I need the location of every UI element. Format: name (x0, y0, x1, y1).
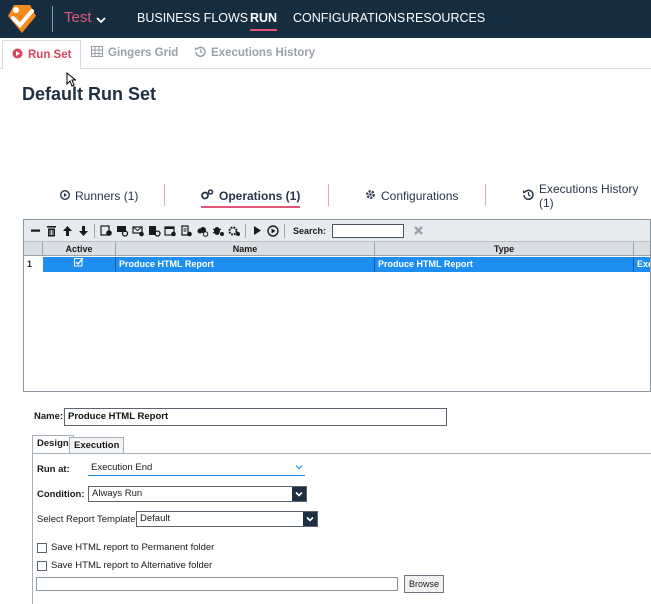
solution-name[interactable]: Test (64, 9, 92, 26)
grid-header: Active Name Type (24, 242, 650, 256)
alternative-folder-checkbox[interactable] (37, 561, 47, 571)
run-at-label: Run at: (37, 464, 70, 475)
play-icon[interactable] (250, 224, 264, 238)
report-template-value: Default (140, 513, 171, 524)
history-icon (523, 189, 534, 203)
operations-grid: Search: Active Name Type 1 Produce HTML … (23, 219, 651, 392)
edit-checkbox-icon[interactable] (74, 257, 84, 272)
tab-run-set[interactable]: Run Set (2, 40, 82, 69)
tab-configurations-label: Configurations (381, 189, 459, 203)
condition-label: Condition: (37, 489, 85, 500)
nav-run-label: RUN (250, 11, 278, 25)
report-template-select[interactable]: Default (136, 511, 318, 527)
gears-icon (201, 189, 214, 203)
tab-executions-history-section[interactable]: Executions History (1) (523, 182, 651, 210)
grid-icon (91, 46, 103, 60)
sub-tab-bar: Run Set Gingers Grid Executions History (0, 38, 651, 69)
cloud-icon[interactable] (195, 224, 209, 238)
divider (328, 184, 329, 206)
play-circle-icon (59, 189, 71, 203)
active-underline (250, 29, 278, 31)
tab-configurations[interactable]: Configurations (365, 186, 458, 206)
divider (485, 184, 486, 206)
tab-executions-history[interactable]: Executions History (195, 38, 315, 68)
nav-run[interactable]: RUN (250, 0, 278, 38)
chevron-down-icon[interactable] (292, 487, 306, 501)
tab-executions-history-label: Executions History (211, 47, 316, 59)
mail-icon[interactable] (131, 224, 145, 238)
type-cell[interactable]: Produce HTML Report (375, 257, 634, 272)
operation-icon[interactable] (99, 224, 113, 238)
top-bar: Test BUSINESS FLOWS RUN CONFIGURATIONS R… (0, 0, 651, 38)
page-title: Default Run Set (22, 84, 157, 104)
divider (94, 223, 95, 238)
nav-resources[interactable]: RESOURCES (406, 0, 485, 38)
nav-business-flows[interactable]: BUSINESS FLOWS (137, 0, 248, 38)
alternative-folder-path-input[interactable] (36, 577, 398, 591)
active-underline (201, 206, 301, 208)
script-icon[interactable] (179, 224, 193, 238)
history-icon (195, 46, 206, 60)
remove-icon[interactable] (28, 224, 42, 238)
tab-design[interactable]: Design (32, 435, 74, 454)
name-label: Name: (34, 411, 64, 422)
tab-execution[interactable]: Execution (69, 437, 125, 453)
column-header-name[interactable]: Name (116, 242, 375, 256)
divider (52, 6, 53, 32)
nav-configurations[interactable]: CONFIGURATIONS (293, 0, 405, 38)
extra-cell[interactable]: Exec (634, 257, 650, 272)
play-circle-icon (12, 48, 23, 62)
search-label: Search: (293, 225, 327, 236)
gear-icon (365, 189, 376, 203)
chevron-down-icon[interactable] (303, 512, 317, 526)
tab-executions-history-section-label: Executions History (1) (539, 182, 639, 210)
browse-button[interactable]: Browse (404, 575, 444, 593)
divider (245, 223, 246, 238)
divider (284, 223, 285, 238)
delete-icon[interactable] (44, 224, 58, 238)
calendar-icon[interactable] (163, 224, 177, 238)
arrow-down-icon[interactable] (76, 224, 90, 238)
grid-toolbar: Search: (24, 220, 650, 242)
search-input[interactable] (332, 223, 405, 238)
name-cell[interactable]: Produce HTML Report (116, 257, 375, 272)
arrow-up-icon[interactable] (60, 224, 74, 238)
row-header-cell (24, 242, 43, 256)
tab-gingers-grid-label: Gingers Grid (108, 47, 179, 59)
run-at-select[interactable]: Execution End (88, 461, 305, 476)
column-header-type[interactable]: Type (375, 242, 634, 256)
tab-operations[interactable]: Operations (1) (201, 186, 301, 208)
tab-gingers-grid[interactable]: Gingers Grid (91, 38, 178, 68)
report-template-label: Select Report Template: (37, 514, 139, 525)
tab-run-set-label: Run Set (28, 49, 72, 61)
export-icon[interactable] (147, 224, 161, 238)
condition-select[interactable]: Always Run (88, 486, 307, 502)
ginger-logo-icon[interactable] (0, 0, 44, 38)
run-at-value: Execution End (91, 462, 153, 473)
column-header-extra[interactable] (634, 242, 650, 256)
tab-operations-label: Operations (1) (219, 189, 301, 203)
table-row[interactable]: 1 Produce HTML Report Produce HTML Repor… (24, 257, 650, 272)
divider (164, 184, 165, 206)
alternative-folder-label: Save HTML report to Alternative folder (51, 560, 213, 571)
column-header-active[interactable]: Active (43, 242, 116, 256)
clear-search-icon[interactable] (411, 224, 425, 238)
permanent-folder-label: Save HTML report to Permanent folder (51, 542, 215, 553)
report-icon[interactable] (115, 224, 129, 238)
chevron-down-icon[interactable] (96, 12, 106, 30)
condition-value: Always Run (92, 488, 143, 499)
chevron-down-icon (295, 462, 303, 476)
tab-runners[interactable]: Runners (1) (59, 186, 139, 206)
settings-icon[interactable] (227, 224, 241, 238)
tab-runners-label: Runners (1) (75, 189, 139, 203)
active-cell[interactable] (43, 257, 116, 272)
name-field[interactable]: Produce HTML Report (64, 408, 447, 426)
permanent-folder-checkbox[interactable] (37, 543, 47, 553)
row-number: 1 (24, 257, 43, 272)
play-circle-icon[interactable] (266, 224, 280, 238)
bug-icon[interactable] (211, 224, 225, 238)
